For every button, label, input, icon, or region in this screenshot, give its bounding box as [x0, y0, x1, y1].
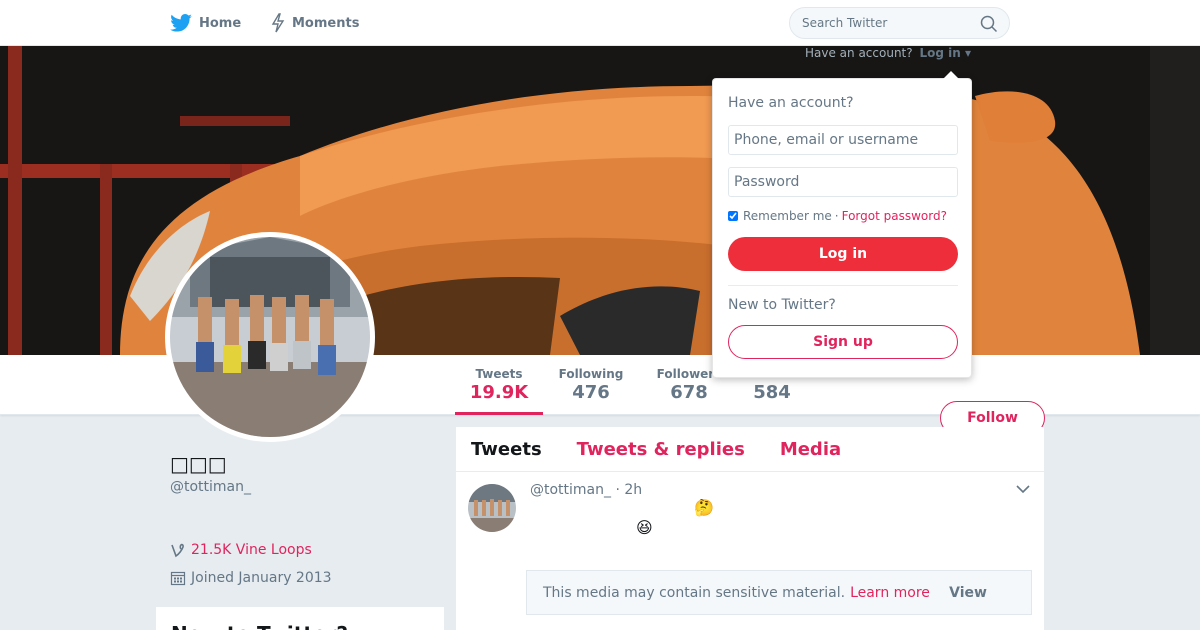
stat-likes-value: 584 — [753, 382, 791, 403]
nav-moments[interactable]: Moments — [271, 0, 359, 46]
top-navigation-bar: Home Moments — [0, 0, 1200, 46]
remember-me-checkbox[interactable] — [728, 211, 738, 221]
search-box — [789, 7, 1010, 39]
sensitive-media-text: This media may contain sensitive materia… — [543, 584, 846, 601]
login-dropdown-toggle[interactable]: Log in ▾ — [919, 46, 971, 60]
login-dropdown: Have an account? Remember me · Forgot pa… — [712, 71, 972, 378]
login-button[interactable]: Log in — [728, 237, 958, 271]
tab-tweets-replies[interactable]: Tweets & replies — [577, 439, 745, 460]
tweet-item[interactable]: @tottiman_ · 2h 🤔 😆 This media may conta… — [456, 472, 1044, 630]
signup-button[interactable]: Sign up — [728, 325, 958, 359]
stat-followers-value: 678 — [670, 382, 708, 403]
tweet-emoji-thinking: 🤔 — [694, 498, 714, 517]
tweet-avatar-photo — [468, 484, 516, 532]
timeline: Tweets Tweets & replies Media @tottiman_… — [456, 427, 1044, 630]
tab-tweets[interactable]: Tweets — [471, 439, 542, 460]
learn-more-link[interactable]: Learn more — [850, 585, 930, 601]
twitter-bird-icon — [170, 14, 192, 32]
forgot-password-link[interactable]: Forgot password? — [842, 209, 947, 223]
stat-tweets[interactable]: Tweets 19.9K — [455, 355, 543, 415]
tweet-emoji-laughing: 😆 — [636, 518, 653, 537]
view-media-button[interactable]: View — [949, 585, 987, 601]
remember-me-label[interactable]: Remember me — [743, 209, 832, 223]
stat-tweets-label: Tweets — [475, 367, 523, 381]
avatar-photo — [170, 237, 370, 437]
account-prompt-text: Have an account? — [805, 46, 913, 60]
vine-loops-row[interactable]: 21.5K Vine Loops — [170, 542, 312, 558]
profile-screen-name[interactable]: @tottiman_ — [170, 479, 251, 495]
timeline-tabs: Tweets Tweets & replies Media — [456, 427, 1044, 472]
remember-separator: · — [834, 209, 839, 223]
login-dropdown-heading: Have an account? — [728, 95, 854, 111]
dropdown-divider — [728, 285, 958, 286]
joined-row: Joined January 2013 — [170, 570, 332, 586]
password-field[interactable] — [728, 167, 958, 197]
joined-text: Joined January 2013 — [191, 570, 332, 586]
new-to-twitter-label: New to Twitter? — [728, 297, 836, 313]
nav-home-label: Home — [199, 15, 242, 31]
login-link-label: Log in — [919, 46, 961, 60]
vine-icon — [171, 543, 184, 558]
remember-row: Remember me · Forgot password? — [728, 209, 947, 223]
tab-media[interactable]: Media — [780, 439, 841, 460]
vine-loops-text: 21.5K Vine Loops — [191, 542, 312, 558]
new-to-twitter-card: New to Twitter? — [156, 607, 444, 630]
tweet-handle-time[interactable]: @tottiman_ · 2h — [530, 482, 642, 498]
nav-home[interactable]: Home — [170, 0, 241, 46]
stat-tweets-value: 19.9K — [469, 382, 529, 403]
chevron-down-icon[interactable] — [1016, 484, 1030, 494]
search-input[interactable] — [802, 8, 982, 38]
tweet-avatar[interactable] — [468, 484, 516, 532]
profile-avatar[interactable] — [165, 232, 375, 442]
lightning-icon — [271, 13, 285, 33]
stat-following[interactable]: Following 476 — [553, 355, 629, 415]
stat-following-label: Following — [558, 367, 624, 381]
username-field[interactable] — [728, 125, 958, 155]
stat-following-value: 476 — [572, 382, 610, 403]
account-prompt: Have an account? Log in ▾ — [805, 46, 971, 60]
nav-moments-label: Moments — [292, 15, 360, 31]
profile-display-name: □□□ — [170, 452, 227, 476]
calendar-icon — [170, 571, 186, 586]
new-to-twitter-heading: New to Twitter? — [171, 622, 444, 630]
search-icon[interactable] — [980, 15, 998, 33]
sensitive-media-notice: This media may contain sensitive materia… — [526, 570, 1032, 615]
